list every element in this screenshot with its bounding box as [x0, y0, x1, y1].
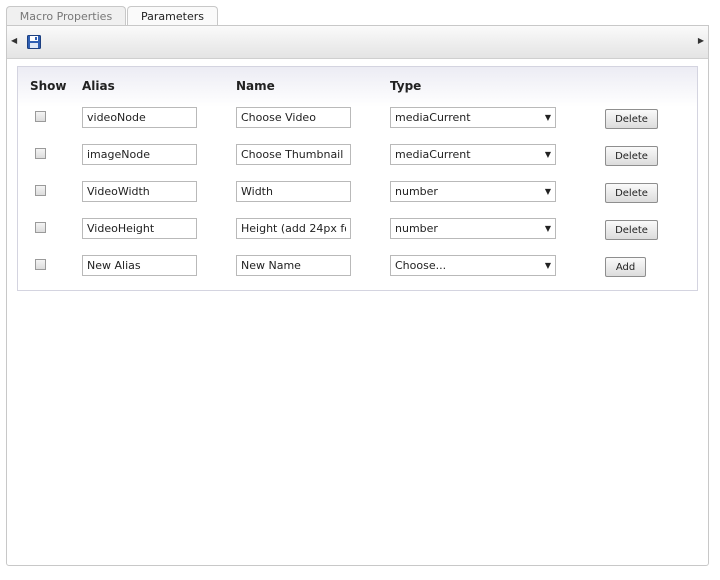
new-alias-input[interactable] [82, 255, 197, 276]
new-name-input[interactable] [236, 255, 351, 276]
type-select[interactable]: mediaCurrent ▼ [390, 144, 556, 165]
dropdown-arrow-icon: ▼ [544, 187, 551, 196]
header-alias: Alias [82, 79, 115, 93]
table-row: mediaCurrent ▼ Delete [18, 107, 697, 131]
new-type-select[interactable]: Choose... ▼ [390, 255, 556, 276]
type-select[interactable]: mediaCurrent ▼ [390, 107, 556, 128]
tab-macro-properties[interactable]: Macro Properties [6, 6, 126, 25]
alias-input[interactable] [82, 144, 197, 165]
dropdown-arrow-icon: ▼ [544, 224, 551, 233]
header-type: Type [390, 79, 422, 93]
delete-button[interactable]: Delete [605, 109, 658, 129]
alias-input[interactable] [82, 181, 197, 202]
toolbar: ◀ ▶ [7, 26, 708, 59]
name-input[interactable] [236, 107, 351, 128]
table-row: number ▼ Delete [18, 181, 697, 205]
show-checkbox[interactable] [35, 148, 46, 159]
show-checkbox[interactable] [35, 222, 46, 233]
scroll-right-icon[interactable]: ▶ [698, 36, 704, 45]
name-input[interactable] [236, 218, 351, 239]
type-value: mediaCurrent [395, 111, 471, 124]
show-checkbox[interactable] [35, 259, 46, 270]
name-input[interactable] [236, 181, 351, 202]
type-select[interactable]: number ▼ [390, 218, 556, 239]
show-checkbox[interactable] [35, 111, 46, 122]
add-button[interactable]: Add [605, 257, 646, 277]
new-parameter-row: Choose... ▼ Add [18, 255, 697, 279]
type-value: number [395, 222, 438, 235]
type-value: number [395, 185, 438, 198]
header-name: Name [236, 79, 275, 93]
dropdown-arrow-icon: ▼ [544, 113, 551, 122]
table-row: mediaCurrent ▼ Delete [18, 144, 697, 168]
alias-input[interactable] [82, 218, 197, 239]
floppy-disk-icon[interactable] [27, 35, 41, 49]
dropdown-arrow-icon: ▼ [544, 261, 551, 270]
alias-input[interactable] [82, 107, 197, 128]
show-checkbox[interactable] [35, 185, 46, 196]
dropdown-arrow-icon: ▼ [544, 150, 551, 159]
name-input[interactable] [236, 144, 351, 165]
delete-button[interactable]: Delete [605, 146, 658, 166]
parameters-panel: ◀ ▶ Show Alias Name Type mediaCurrent ▼ D… [6, 25, 709, 566]
delete-button[interactable]: Delete [605, 183, 658, 203]
type-value: mediaCurrent [395, 148, 471, 161]
parameters-table: Show Alias Name Type mediaCurrent ▼ Delet… [17, 66, 698, 291]
tab-parameters[interactable]: Parameters [127, 6, 218, 26]
type-select[interactable]: number ▼ [390, 181, 556, 202]
delete-button[interactable]: Delete [605, 220, 658, 240]
header-show: Show [30, 79, 67, 93]
type-value: Choose... [395, 259, 447, 272]
scroll-left-icon[interactable]: ◀ [11, 36, 17, 45]
table-row: number ▼ Delete [18, 218, 697, 242]
